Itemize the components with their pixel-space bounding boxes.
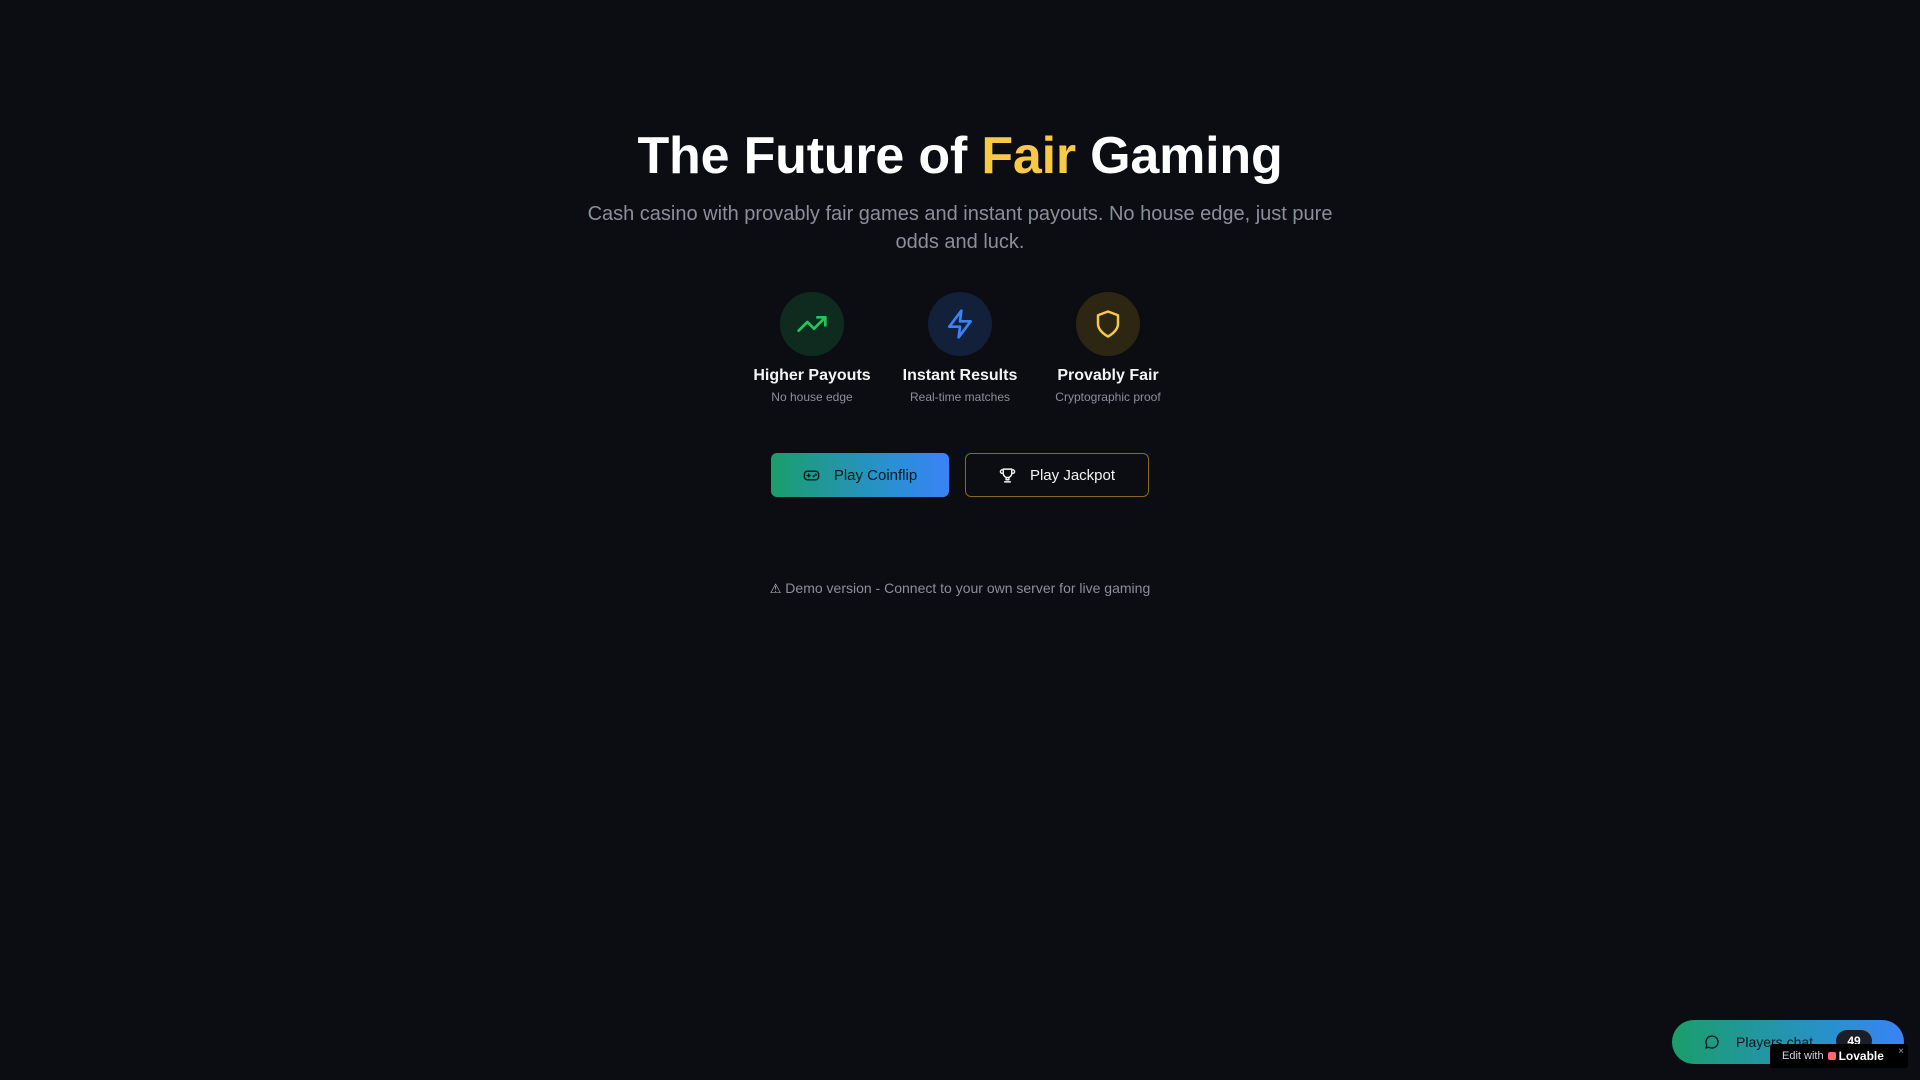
edit-with-lovable-badge[interactable]: Edit with Lovable × <box>1770 1044 1908 1068</box>
lovable-prefix: Edit with <box>1782 1050 1824 1062</box>
play-coinflip-label: Play Coinflip <box>833 466 918 484</box>
features-row: Higher Payouts No house edge Instant Res… <box>0 292 1920 404</box>
feature-provably-fair: Provably Fair Cryptographic proof <box>1048 292 1168 404</box>
hero-subtitle: Cash casino with provably fair games and… <box>587 203 1333 253</box>
demo-notice: ⚠ Demo version - Connect to your own ser… <box>0 578 1920 599</box>
trending-up-icon <box>797 316 827 332</box>
hero-section: The Future of Fair Gaming Cash casino wi… <box>0 124 1920 256</box>
play-coinflip-button[interactable]: Play Coinflip <box>771 453 949 497</box>
feature-subtitle: Cryptographic proof <box>1055 390 1161 404</box>
feature-instant-results: Instant Results Real-time matches <box>900 292 1020 404</box>
actions-row: Play Coinflip Play Jackpot <box>0 453 1920 497</box>
feature-icon-circle <box>928 292 992 356</box>
lovable-brand-text: Lovable <box>1838 1049 1884 1063</box>
feature-subtitle: No house edge <box>771 390 853 404</box>
gamepad-icon <box>803 470 820 480</box>
feature-icon-circle <box>780 292 844 356</box>
play-jackpot-label: Play Jackpot <box>1029 466 1116 484</box>
lightning-icon <box>948 309 972 339</box>
hero-title: The Future of Fair Gaming <box>0 124 1920 188</box>
hero-title-end: Gaming <box>1075 127 1283 185</box>
feature-higher-payouts: Higher Payouts No house edge <box>752 292 872 404</box>
shield-icon <box>1096 310 1120 338</box>
hero-title-accent: Fair <box>981 127 1076 185</box>
feature-title: Instant Results <box>902 367 1018 384</box>
close-icon[interactable]: × <box>1898 1046 1904 1057</box>
feature-title: Provably Fair <box>1057 367 1159 384</box>
lovable-brand: Lovable <box>1827 1049 1884 1063</box>
warning-icon: ⚠ <box>769 581 782 596</box>
hero-title-start: The Future of <box>637 127 982 185</box>
feature-subtitle: Real-time matches <box>909 390 1011 404</box>
feature-title: Higher Payouts <box>753 367 871 384</box>
chat-bubble-icon <box>1705 1035 1719 1049</box>
feature-icon-circle <box>1076 292 1140 356</box>
play-jackpot-button[interactable]: Play Jackpot <box>965 453 1149 497</box>
lovable-logo-icon <box>1827 1052 1836 1060</box>
demo-notice-text: Demo version - Connect to your own serve… <box>785 580 1151 596</box>
trophy-icon <box>999 467 1016 483</box>
page: The Future of Fair Gaming Cash casino wi… <box>0 0 1920 1080</box>
